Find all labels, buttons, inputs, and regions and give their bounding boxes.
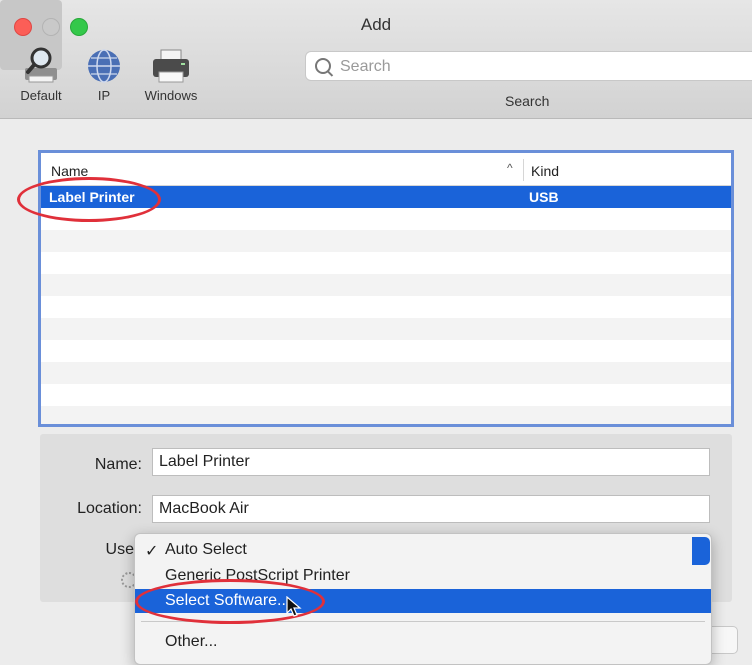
default-label: Default	[20, 88, 62, 103]
location-label: Location:	[77, 500, 142, 517]
search-field[interactable]	[305, 51, 752, 81]
empty-row	[41, 362, 731, 384]
name-field[interactable]: Label Printer	[152, 448, 710, 476]
empty-row	[41, 252, 731, 274]
column-header-kind[interactable]: Kind	[531, 163, 559, 179]
sort-ascending-icon: ^	[507, 161, 513, 175]
location-field[interactable]: MacBook Air	[152, 495, 710, 523]
use-popup-button[interactable]	[692, 537, 710, 565]
mouse-pointer-icon	[286, 596, 302, 617]
menu-item-label: Auto Select	[165, 541, 247, 558]
empty-row	[41, 274, 731, 296]
name-label: Name:	[94, 456, 142, 473]
windows-label: Windows	[144, 88, 198, 103]
menu-item-label: Other...	[165, 633, 218, 650]
empty-row	[41, 318, 731, 340]
list-header: Name ^ Kind	[41, 153, 731, 186]
checkmark-icon: ✓	[145, 543, 159, 560]
toolbar: Add Default IP Windows Search Search	[0, 0, 752, 119]
annotation-circle	[17, 177, 161, 222]
search-icon	[315, 58, 331, 74]
ip-label: IP	[97, 88, 111, 103]
window-title: Add	[360, 15, 392, 34]
magnifier-printer-icon	[17, 44, 65, 88]
column-divider	[523, 159, 524, 181]
list-rows: Label Printer USB	[41, 186, 731, 424]
printer-icon	[147, 44, 195, 88]
empty-row	[41, 296, 731, 318]
empty-row	[41, 230, 731, 252]
empty-row	[41, 384, 731, 406]
use-label: Use	[105, 541, 134, 558]
printer-kind-cell: USB	[529, 189, 559, 205]
globe-icon	[80, 44, 128, 88]
windows-button[interactable]: Windows	[136, 44, 206, 103]
default-button[interactable]: Default	[10, 44, 72, 103]
menu-item-other[interactable]: Other...	[135, 630, 711, 654]
search-input[interactable]	[338, 57, 742, 77]
empty-row	[41, 406, 731, 424]
ip-button[interactable]: IP	[80, 44, 128, 103]
search-caption: Search	[505, 93, 550, 109]
menu-item-auto-select[interactable]: ✓ Auto Select	[135, 538, 711, 562]
empty-row	[41, 340, 731, 362]
